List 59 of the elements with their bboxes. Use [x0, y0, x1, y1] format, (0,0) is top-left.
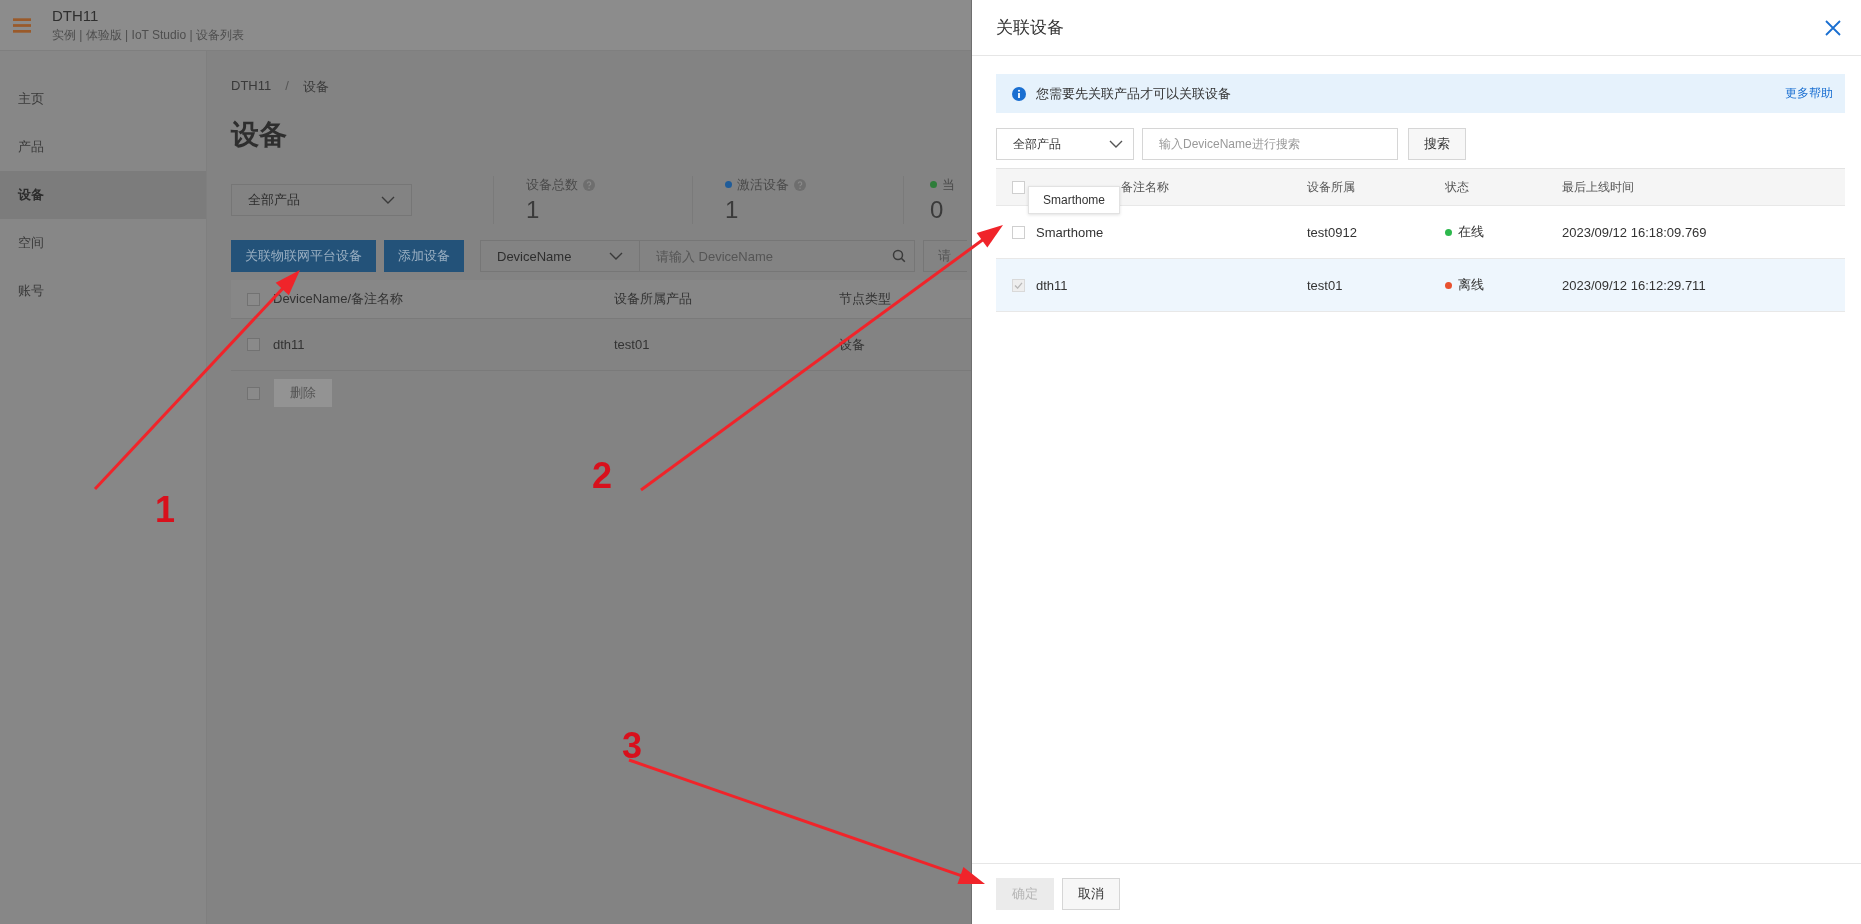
table-cell-text: dth11: [273, 337, 306, 352]
status-text: 离线: [1458, 276, 1484, 294]
status-text: 在线: [1458, 223, 1484, 241]
table-cell-text: test01: [1307, 277, 1344, 293]
column-header: 设备所属: [1307, 178, 1356, 196]
action-button[interactable]: 关联物联网平台设备: [231, 240, 376, 272]
caret-icon: [381, 195, 395, 204]
sidebar-item[interactable]: 设备: [0, 171, 206, 219]
page-title: 设备: [231, 118, 288, 152]
tooltip: Smarthome: [1028, 186, 1121, 214]
menu-icon[interactable]: [13, 17, 31, 33]
close-icon[interactable]: [1825, 19, 1841, 36]
breadcrumb-separator: /: [285, 78, 289, 95]
checkbox[interactable]: [247, 338, 260, 351]
sidebar-item[interactable]: 空间: [0, 219, 206, 267]
table-cell-text: dth11: [1036, 277, 1069, 293]
info-text: 您需要先关联产品才可以关联设备: [1036, 84, 1232, 103]
column-header: 最后上线时间: [1562, 178, 1634, 196]
field-dropdown[interactable]: DeviceName: [480, 240, 640, 272]
product-dropdown[interactable]: 全部产品: [996, 128, 1134, 160]
info-icon: [1012, 86, 1026, 101]
drawer-title: 关联设备: [996, 17, 1064, 39]
stat-value: 1: [526, 195, 541, 224]
search-icon[interactable]: [892, 249, 906, 263]
checkbox[interactable]: [247, 386, 260, 400]
column-header: DeviceName/备注名称: [273, 290, 405, 308]
sidebar-item[interactable]: 账号: [0, 267, 206, 315]
table-cell-text: test0912: [1307, 224, 1358, 240]
breadcrumb-item: 设备: [302, 78, 329, 96]
stat-value: 1: [725, 195, 740, 224]
stat-label: 激活设备: [737, 175, 789, 194]
table-cell: 2023/09/12 16:18:09.769: [1562, 224, 1707, 240]
help-link[interactable]: 更多帮助: [1785, 85, 1833, 102]
product-dropdown[interactable]: 全部产品: [231, 183, 412, 216]
table-cell: 2023/09/12 16:12:29.711: [1562, 277, 1706, 293]
table-cell-text: Smarthome: [1036, 224, 1105, 240]
stat-value: 0: [930, 195, 945, 224]
caret-icon: [609, 252, 623, 260]
breadcrumb-item[interactable]: DTH11: [231, 78, 272, 96]
column-header: 状态: [1445, 178, 1470, 196]
search-button[interactable]: 搜索: [1408, 128, 1466, 160]
column-header: 节点类型: [839, 290, 891, 308]
help-icon[interactable]: [583, 178, 595, 191]
app-path: 实例 | 体验版 | IoT Studio | 设备列表: [52, 26, 244, 44]
sidebar-item[interactable]: 产品: [0, 123, 206, 171]
caret-icon: [1109, 140, 1123, 148]
checkbox[interactable]: [247, 292, 260, 306]
app-title: DTH11: [52, 6, 100, 24]
delete-button[interactable]: 删除: [274, 379, 332, 407]
annotation-number: 3: [622, 728, 643, 764]
column-header: 备注名称: [1121, 178, 1170, 196]
cancel-button[interactable]: 取消: [1062, 878, 1120, 910]
annotation-number: 2: [592, 458, 613, 494]
action-button[interactable]: 添加设备: [384, 240, 464, 272]
table-cell-text: test01: [614, 337, 651, 352]
column-header: 设备所属产品: [614, 290, 693, 308]
sidebar-item[interactable]: 主页: [0, 75, 206, 123]
annotation-number: 1: [155, 492, 176, 528]
help-icon[interactable]: [794, 178, 806, 191]
